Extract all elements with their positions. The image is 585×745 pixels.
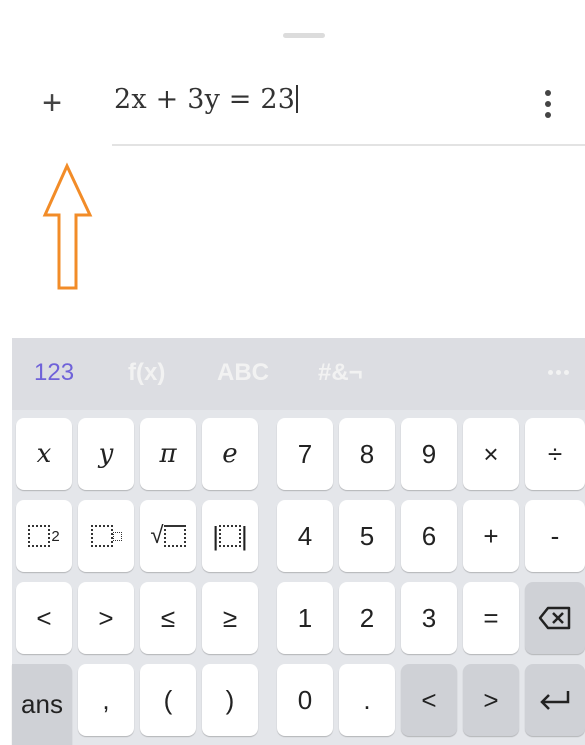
key-less-equal[interactable]: ≤: [140, 582, 196, 654]
key-equals[interactable]: =: [463, 582, 519, 654]
annotation-up-arrow-icon: [42, 162, 93, 290]
backspace-icon: [538, 606, 571, 630]
expression-text: 2x + 3y = 23: [114, 84, 296, 115]
placeholder-box-icon: [28, 525, 51, 547]
more-horizontal-icon[interactable]: [544, 358, 574, 378]
placeholder-box-icon: [90, 525, 113, 547]
tab-symbols[interactable]: #&¬: [318, 359, 363, 387]
key-9[interactable]: 9: [401, 418, 457, 490]
key-pi[interactable]: π: [140, 418, 196, 490]
key-greater-equal[interactable]: ≥: [202, 582, 258, 654]
key-plus[interactable]: +: [463, 500, 519, 572]
cursor-right-key[interactable]: >: [463, 664, 519, 736]
radicand-box-icon: [163, 525, 186, 547]
keyboard-tab-bar: 123 f(x) ABC #&¬: [12, 338, 585, 410]
tab-functions[interactable]: f(x): [128, 359, 165, 387]
key-e[interactable]: e: [202, 418, 258, 490]
key-open-paren[interactable]: (: [140, 664, 196, 736]
tab-123[interactable]: 123: [34, 359, 74, 387]
key-minus[interactable]: -: [525, 500, 585, 572]
input-underline: [112, 144, 585, 146]
text-caret: [296, 85, 299, 113]
key-2[interactable]: 2: [339, 582, 395, 654]
drag-handle[interactable]: [283, 33, 325, 38]
key-square[interactable]: 2: [16, 500, 72, 572]
add-button[interactable]: +: [34, 86, 70, 122]
enter-key[interactable]: [525, 664, 585, 736]
backspace-key[interactable]: [525, 582, 585, 654]
key-6[interactable]: 6: [401, 500, 457, 572]
key-x[interactable]: x: [16, 418, 72, 490]
key-4[interactable]: 4: [277, 500, 333, 572]
key-comma[interactable]: ,: [78, 664, 134, 736]
key-greater-than[interactable]: >: [78, 582, 134, 654]
enter-icon: [540, 691, 570, 710]
key-1[interactable]: 1: [277, 582, 333, 654]
math-keyboard: x y π e 7 8 9 × ÷ 2 √ | | 4 5 6 + - < > ≤…: [12, 410, 585, 745]
key-y[interactable]: y: [78, 418, 134, 490]
key-abs[interactable]: | |: [202, 500, 258, 572]
expression-input[interactable]: 2x + 3y = 23: [114, 84, 299, 115]
key-multiply[interactable]: ×: [463, 418, 519, 490]
key-0[interactable]: 0: [277, 664, 333, 736]
tab-abc[interactable]: ABC: [217, 359, 269, 387]
key-5[interactable]: 5: [339, 500, 395, 572]
ans-key[interactable]: ans: [12, 664, 72, 745]
key-less-than[interactable]: <: [16, 582, 72, 654]
key-decimal[interactable]: .: [339, 664, 395, 736]
placeholder-box-icon: [219, 525, 241, 547]
key-3[interactable]: 3: [401, 582, 457, 654]
key-close-paren[interactable]: ): [202, 664, 258, 736]
superscript-box-icon: [112, 531, 122, 541]
key-8[interactable]: 8: [339, 418, 395, 490]
key-7[interactable]: 7: [277, 418, 333, 490]
cursor-left-key[interactable]: <: [401, 664, 457, 736]
key-power[interactable]: [78, 500, 134, 572]
more-vert-icon[interactable]: [536, 84, 560, 124]
key-divide[interactable]: ÷: [525, 418, 585, 490]
key-sqrt[interactable]: √: [140, 500, 196, 572]
